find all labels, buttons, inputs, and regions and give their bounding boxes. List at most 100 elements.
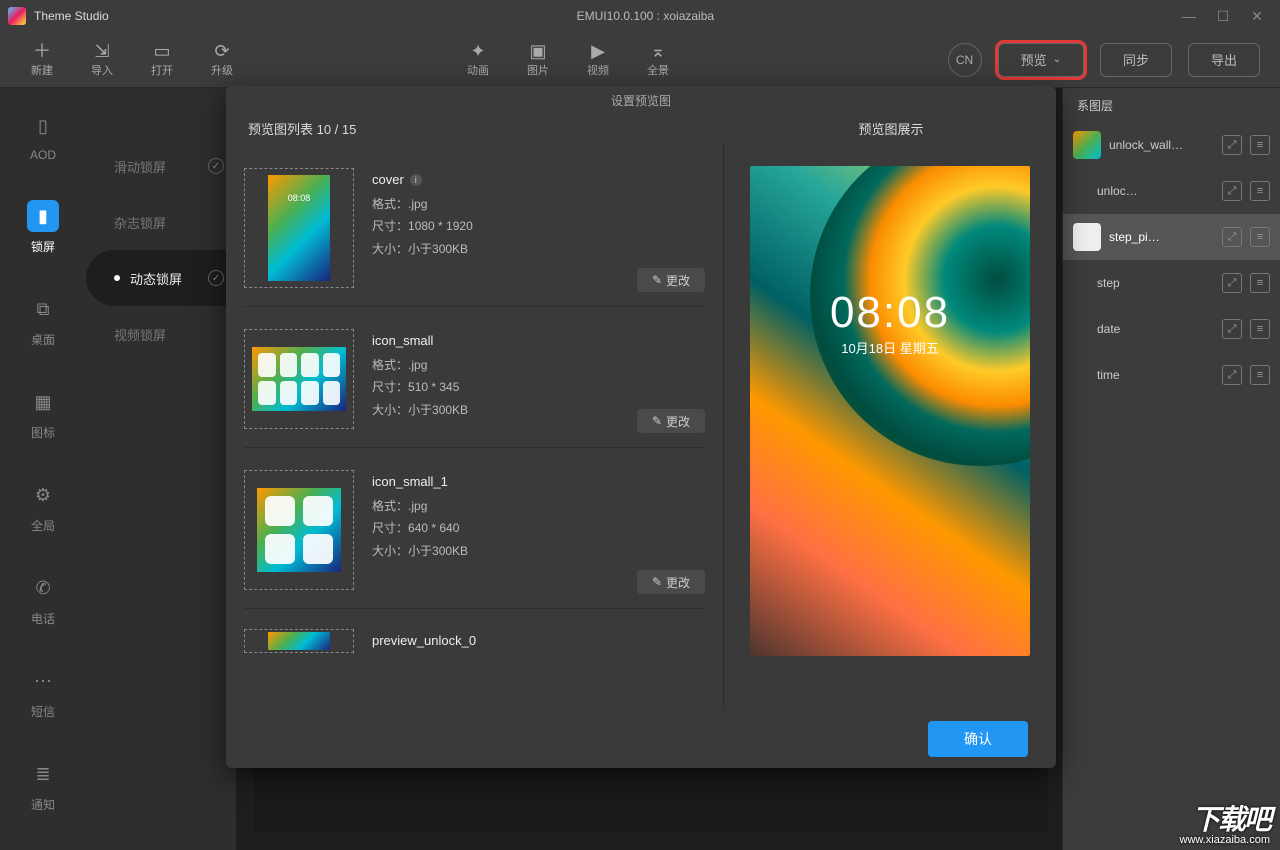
sidebar-item-phone[interactable]: ✆电话 [0, 568, 86, 631]
sparkle-icon: ✦ [470, 42, 485, 60]
upgrade-button[interactable]: ⟳升级 [200, 40, 244, 80]
lock-icon[interactable]: ⤢ [1222, 227, 1242, 247]
language-toggle[interactable]: CN [948, 43, 982, 77]
layer-row[interactable]: time⤢≡ [1063, 352, 1280, 398]
gear-icon: ⚙ [27, 479, 59, 511]
grid-icon: ▦ [27, 386, 59, 418]
preview-meta: preview_unlock_0 [372, 629, 705, 654]
info-icon[interactable]: i [410, 174, 422, 186]
minimize-button[interactable]: — [1182, 9, 1196, 23]
layer-row[interactable]: unlock_wall…⤢≡ [1063, 122, 1280, 168]
app-logo-icon [8, 7, 26, 25]
modal-body: coveri 格式：.jpg 尺寸：1080 * 1920 大小：小于300KB… [226, 142, 1056, 710]
import-button[interactable]: ⇲导入 [80, 40, 124, 80]
layer-row[interactable]: step_pi…⤢≡ [1063, 214, 1280, 260]
list-icon: ≣ [27, 758, 59, 790]
menu-icon[interactable]: ≡ [1250, 365, 1270, 385]
subnav-dynamic-lock[interactable]: 动态锁屏✓ [86, 250, 236, 306]
sidebar-item-global[interactable]: ⚙全局 [0, 475, 86, 538]
sidebar-item-notify[interactable]: ≣通知 [0, 754, 86, 817]
preview-item-cover[interactable]: coveri 格式：.jpg 尺寸：1080 * 1920 大小：小于300KB… [244, 146, 705, 307]
upgrade-icon: ⟳ [214, 42, 229, 60]
phone-preview: 08:08 10月18日 星期五 [750, 166, 1030, 656]
dot-icon [114, 275, 120, 281]
menu-icon[interactable]: ≡ [1250, 135, 1270, 155]
preview-show-head: 预览图展示 [726, 119, 1056, 138]
window-controls: — ☐ ✕ [1182, 9, 1272, 23]
subnav-magazine-lock[interactable]: 杂志锁屏 [86, 194, 236, 250]
thumbnail [244, 629, 354, 653]
panorama-button[interactable]: ⌅全景 [636, 40, 680, 80]
image-icon: ▣ [529, 42, 546, 60]
image-button[interactable]: ▣图片 [516, 40, 560, 80]
window-subtitle: EMUI10.0.100 : xoiazaiba [109, 9, 1182, 23]
plus-icon: ＋ [33, 42, 51, 60]
lock-icon: ▮ [27, 200, 59, 232]
layer-row[interactable]: step⤢≡ [1063, 260, 1280, 306]
lock-icon[interactable]: ⤢ [1222, 181, 1242, 201]
subnav-slide-lock[interactable]: 滑动锁屏✓ [86, 138, 236, 194]
preview-list[interactable]: coveri 格式：.jpg 尺寸：1080 * 1920 大小：小于300KB… [226, 142, 724, 710]
lock-icon[interactable]: ⤢ [1222, 135, 1242, 155]
change-button[interactable]: ✎更改 [637, 409, 705, 433]
pencil-icon: ✎ [652, 414, 662, 428]
maximize-button[interactable]: ☐ [1216, 9, 1230, 23]
lock-icon[interactable]: ⤢ [1222, 273, 1242, 293]
confirm-button[interactable]: 确认 [928, 721, 1028, 757]
video-icon: ▶ [591, 42, 605, 60]
lock-icon[interactable]: ⤢ [1222, 319, 1242, 339]
change-button[interactable]: ✎更改 [637, 268, 705, 292]
preview-list-head: 预览图列表 10 / 15 [226, 119, 726, 138]
open-button[interactable]: ▭打开 [140, 40, 184, 80]
watermark: 下载吧 www.xiazaiba.com [1180, 806, 1270, 846]
preview-item-icon-small-1[interactable]: icon_small_1 格式：.jpg 尺寸：640 * 640 大小：小于3… [244, 448, 705, 609]
main-toolbar: ＋新建 ⇲导入 ▭打开 ⟳升级 ✦动画 ▣图片 ▶视频 ⌅全景 CN 预览⌄ 同… [0, 32, 1280, 88]
layer-row[interactable]: unloc…⤢≡ [1063, 168, 1280, 214]
layer-row[interactable]: date⤢≡ [1063, 306, 1280, 352]
lock-date: 10月18日 星期五 [750, 338, 1030, 357]
pencil-icon: ✎ [652, 273, 662, 287]
change-button[interactable]: ✎更改 [637, 570, 705, 594]
layer-thumb-icon [1073, 223, 1101, 251]
pencil-icon: ✎ [652, 575, 662, 589]
menu-icon[interactable]: ≡ [1250, 273, 1270, 293]
panorama-icon: ⌅ [650, 42, 665, 60]
inspector-title: 系图层 [1063, 88, 1280, 122]
thumbnail [244, 329, 354, 429]
new-button[interactable]: ＋新建 [20, 40, 64, 80]
check-icon: ✓ [208, 158, 224, 174]
menu-icon[interactable]: ≡ [1250, 181, 1270, 201]
app-title: Theme Studio [34, 9, 109, 23]
preview-item-unlock-0[interactable]: preview_unlock_0 [244, 609, 705, 658]
preview-button[interactable]: 预览⌄ [998, 43, 1084, 77]
sidebar-item-icons[interactable]: ▦图标 [0, 382, 86, 445]
aod-icon: ▯ [27, 110, 59, 142]
thumbnail [244, 470, 354, 590]
phone-icon: ✆ [27, 572, 59, 604]
modal-title: 设置预览图 [226, 86, 1056, 114]
sync-button[interactable]: 同步 [1100, 43, 1172, 77]
video-button[interactable]: ▶视频 [576, 40, 620, 80]
export-button[interactable]: 导出 [1188, 43, 1260, 77]
menu-icon[interactable]: ≡ [1250, 227, 1270, 247]
desktop-icon: ⧉ [27, 293, 59, 325]
menu-icon[interactable]: ≡ [1250, 319, 1270, 339]
subnav-video-lock[interactable]: 视频锁屏 [86, 306, 236, 362]
lock-icon[interactable]: ⤢ [1222, 365, 1242, 385]
check-icon: ✓ [208, 270, 224, 286]
layer-thumb-icon [1073, 131, 1101, 159]
sidebar-item-sms[interactable]: ⋯短信 [0, 661, 86, 724]
preview-item-icon-small[interactable]: icon_small 格式：.jpg 尺寸：510 * 345 大小：小于300… [244, 307, 705, 448]
import-icon: ⇲ [94, 42, 109, 60]
sidebar-item-lock[interactable]: ▮锁屏 [0, 196, 86, 259]
left-sidebar: ▯AOD ▮锁屏 ⧉桌面 ▦图标 ⚙全局 ✆电话 ⋯短信 ≣通知 [0, 88, 86, 850]
modal-column-heads: 预览图列表 10 / 15 预览图展示 [226, 114, 1056, 142]
sidebar-item-desktop[interactable]: ⧉桌面 [0, 289, 86, 352]
lock-time: 08:08 [750, 288, 1030, 338]
animation-button[interactable]: ✦动画 [456, 40, 500, 80]
titlebar: Theme Studio EMUI10.0.100 : xoiazaiba — … [0, 0, 1280, 32]
preview-display: 08:08 10月18日 星期五 [724, 142, 1056, 710]
close-button[interactable]: ✕ [1250, 9, 1264, 23]
sidebar-item-aod[interactable]: ▯AOD [0, 106, 86, 166]
message-icon: ⋯ [27, 665, 59, 697]
